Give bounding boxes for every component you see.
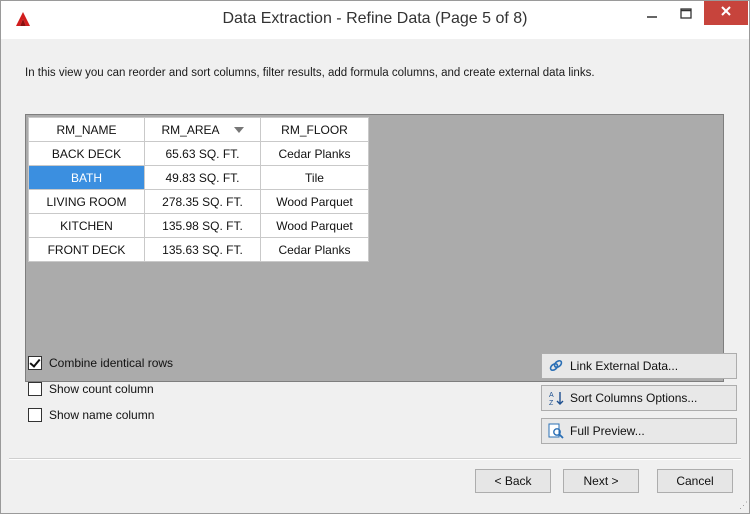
show-name-checkbox[interactable]: [28, 408, 42, 422]
preview-icon: [548, 423, 564, 439]
cancel-button[interactable]: Cancel: [657, 469, 733, 493]
footer-divider: [9, 458, 741, 460]
description-text: In this view you can reorder and sort co…: [25, 67, 595, 79]
table-cell[interactable]: BACK DECK: [28, 141, 145, 166]
next-button[interactable]: Next >: [563, 469, 639, 493]
close-button[interactable]: [704, 1, 748, 25]
minimize-button[interactable]: [637, 5, 667, 27]
full-preview-button[interactable]: Full Preview...: [541, 418, 737, 444]
show-name-label: Show name column: [49, 408, 155, 422]
svg-text:A: A: [549, 392, 554, 399]
maximize-button[interactable]: [671, 5, 701, 27]
close-icon: [720, 4, 732, 22]
sort-columns-options-button[interactable]: AZ Sort Columns Options...: [541, 385, 737, 411]
data-grid: RM_NAME RM_AREA RM_FLOOR BACK DECK 65.63…: [25, 114, 724, 382]
link-external-data-button[interactable]: Link External Data...: [541, 353, 737, 379]
column-header-rm-area[interactable]: RM_AREA: [144, 117, 261, 142]
table-cell[interactable]: Cedar Planks: [260, 141, 369, 166]
dialog-content: In this view you can reorder and sort co…: [1, 39, 749, 513]
dialog-window: Data Extraction - Refine Data (Page 5 of…: [0, 0, 750, 514]
table-cell[interactable]: Cedar Planks: [260, 237, 369, 262]
combine-identical-rows-option[interactable]: Combine identical rows: [28, 356, 173, 370]
table-row: FRONT DECK 135.63 SQ. FT. Cedar Planks: [28, 237, 369, 262]
table-cell[interactable]: FRONT DECK: [28, 237, 145, 262]
table-cell[interactable]: 65.63 SQ. FT.: [144, 141, 261, 166]
svg-text:Z: Z: [549, 400, 554, 406]
table-cell[interactable]: KITCHEN: [28, 213, 145, 238]
header-row: RM_NAME RM_AREA RM_FLOOR: [28, 117, 369, 142]
table-cell[interactable]: Wood Parquet: [260, 189, 369, 214]
data-table: RM_NAME RM_AREA RM_FLOOR BACK DECK 65.63…: [28, 117, 369, 262]
table-row: LIVING ROOM 278.35 SQ. FT. Wood Parquet: [28, 189, 369, 214]
sort-descending-icon: [233, 127, 244, 134]
column-header-rm-name[interactable]: RM_NAME: [28, 117, 145, 142]
resize-grip-icon[interactable]: ⋰: [739, 500, 748, 511]
table-cell[interactable]: 49.83 SQ. FT.: [144, 165, 261, 190]
title-bar: Data Extraction - Refine Data (Page 5 of…: [1, 1, 749, 39]
column-header-rm-floor[interactable]: RM_FLOOR: [260, 117, 369, 142]
table-cell[interactable]: 135.98 SQ. FT.: [144, 213, 261, 238]
show-count-column-option[interactable]: Show count column: [28, 382, 154, 396]
table-row: KITCHEN 135.98 SQ. FT. Wood Parquet: [28, 213, 369, 238]
table-cell[interactable]: 278.35 SQ. FT.: [144, 189, 261, 214]
show-name-column-option[interactable]: Show name column: [28, 408, 154, 422]
table-cell[interactable]: Wood Parquet: [260, 213, 369, 238]
table-cell[interactable]: 135.63 SQ. FT.: [144, 237, 261, 262]
table-cell-selected[interactable]: BATH: [28, 165, 145, 190]
table-cell[interactable]: Tile: [260, 165, 369, 190]
sort-az-icon: AZ: [548, 390, 564, 406]
link-icon: [548, 358, 564, 374]
show-count-checkbox[interactable]: [28, 382, 42, 396]
combine-rows-label: Combine identical rows: [49, 356, 174, 370]
table-row: BATH 49.83 SQ. FT. Tile: [28, 165, 369, 190]
table-row: BACK DECK 65.63 SQ. FT. Cedar Planks: [28, 141, 369, 166]
show-count-label: Show count column: [49, 382, 154, 396]
minimize-icon: [646, 7, 658, 25]
back-button[interactable]: < Back: [475, 469, 551, 493]
table-cell[interactable]: LIVING ROOM: [28, 189, 145, 214]
combine-rows-checkbox[interactable]: [28, 356, 42, 370]
maximize-icon: [680, 7, 692, 25]
